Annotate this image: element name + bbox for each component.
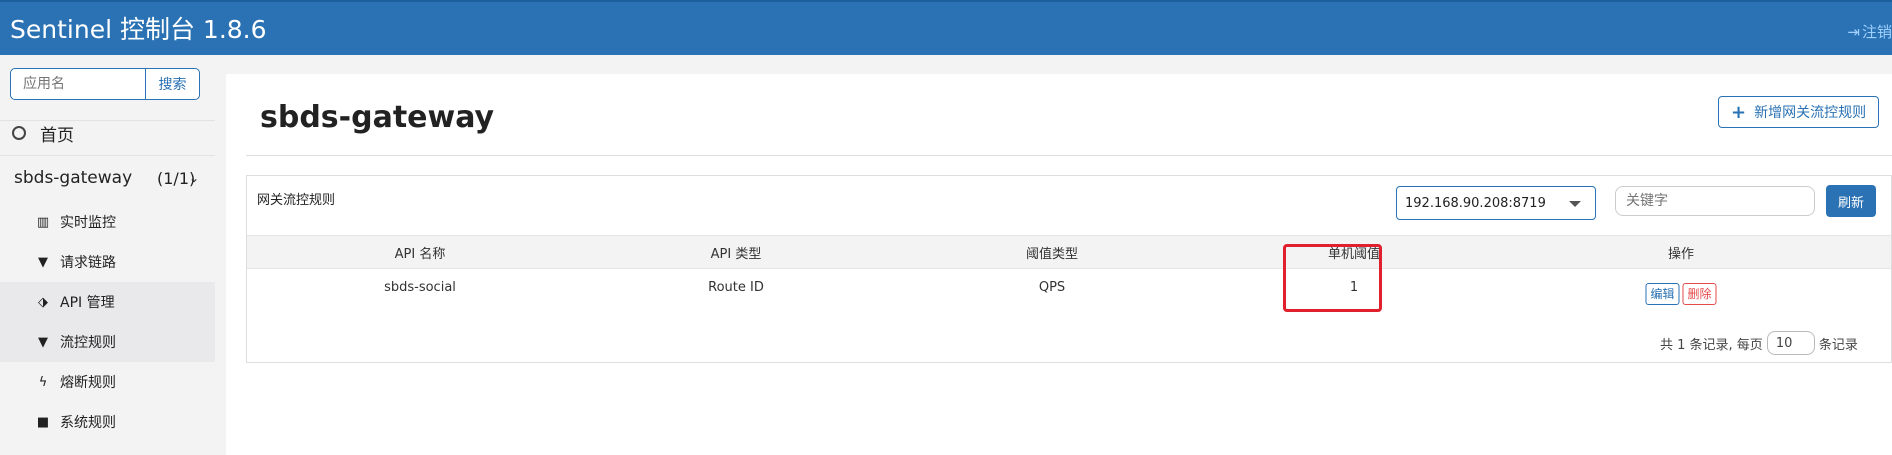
table-header: API 名称 API 类型 阈值类型 单机阈值 操作 xyxy=(247,235,1891,269)
logout-link[interactable]: ⇥ 注销 xyxy=(1847,21,1892,42)
dashboard-icon xyxy=(12,126,26,140)
sidebar-item-home[interactable]: 首页 xyxy=(0,113,215,153)
column-header-api-name: API 名称 xyxy=(394,247,446,262)
app-search-button[interactable]: 搜索 xyxy=(146,68,200,100)
cell-threshold-type: QPS xyxy=(1038,280,1066,295)
edit-button[interactable]: 编辑 xyxy=(1645,283,1680,305)
delete-button[interactable]: 删除 xyxy=(1682,283,1717,305)
top-navbar: Sentinel 控制台 1.8.6 ⇥ 注销 xyxy=(0,0,1892,55)
lock-icon: ■ xyxy=(36,414,50,430)
cell-api-name: sbds-social xyxy=(384,280,456,295)
sidebar-item-flow-rules[interactable]: ▼ 流控规则 xyxy=(0,322,215,362)
pagination-suffix: 条记录 xyxy=(1818,337,1858,353)
app-search-input[interactable] xyxy=(10,68,146,100)
machine-select-value: 192.168.90.208:8719 xyxy=(1405,195,1546,211)
column-header-threshold-type: 阈值类型 xyxy=(1025,247,1079,262)
sidebar-item-request-chain[interactable]: ▼ 请求链路 xyxy=(0,242,215,282)
table-row: sbds-social Route ID QPS 1 编辑 删除 xyxy=(247,269,1891,305)
main-content: sbds-gateway + 新增网关流控规则 网关流控规则 192.168.9… xyxy=(226,74,1892,455)
keyword-search-input[interactable] xyxy=(1615,186,1815,216)
sidebar-app-sbds-gateway[interactable]: sbds-gateway (1/1) ⌄ xyxy=(0,157,215,199)
tags-icon: ⬗ xyxy=(38,294,48,310)
plus-icon: + xyxy=(1731,101,1747,123)
machine-select[interactable]: 192.168.90.208:8719 xyxy=(1396,186,1596,220)
pagination: 共 1 条记录, 每页 10 条记录 xyxy=(1660,331,1858,355)
app-search: 搜索 xyxy=(10,68,200,100)
cell-api-type: Route ID xyxy=(708,280,764,295)
filter-icon: ▼ xyxy=(38,254,48,270)
title-divider xyxy=(246,155,1892,156)
refresh-button[interactable]: 刷新 xyxy=(1826,185,1876,217)
app-title: Sentinel 控制台 1.8.6 xyxy=(10,15,267,44)
page-title: sbds-gateway xyxy=(260,100,495,135)
app-name: sbds-gateway xyxy=(14,168,133,188)
panel-title: 网关流控规则 xyxy=(257,193,336,208)
sidebar-item-api-management[interactable]: ⬗ API 管理 xyxy=(0,282,215,322)
chevron-down-icon: ⌄ xyxy=(189,171,200,185)
filter-icon: ▼ xyxy=(38,334,48,350)
sidebar-item-degrade-rules[interactable]: ϟ 熔断规则 xyxy=(0,362,215,402)
row-actions: 编辑 删除 xyxy=(1645,283,1717,305)
column-header-api-type: API 类型 xyxy=(710,247,762,262)
sidebar: 搜索 首页 sbds-gateway (1/1) ⌄ ▥ 实时监控 ▼ 请求链路… xyxy=(0,55,215,455)
rules-panel: 网关流控规则 192.168.90.208:8719 刷新 API 名称 API… xyxy=(246,175,1892,363)
bar-chart-icon: ▥ xyxy=(36,214,50,230)
sidebar-item-realtime-monitor[interactable]: ▥ 实时监控 xyxy=(0,202,215,242)
column-header-actions: 操作 xyxy=(1667,247,1695,262)
sign-out-icon: ⇥ xyxy=(1847,23,1860,41)
flash-icon: ϟ xyxy=(38,374,48,390)
sidebar-item-system-rules[interactable]: ■ 系统规则 xyxy=(0,402,215,442)
sidebar-divider xyxy=(0,155,215,156)
page-size-input[interactable]: 10 xyxy=(1766,331,1815,355)
pagination-total: 共 1 条记录, 每页 xyxy=(1660,337,1763,353)
highlight-box xyxy=(1283,244,1382,312)
caret-down-icon xyxy=(1569,201,1581,207)
add-gateway-flow-rule-button[interactable]: + 新增网关流控规则 xyxy=(1718,96,1880,128)
